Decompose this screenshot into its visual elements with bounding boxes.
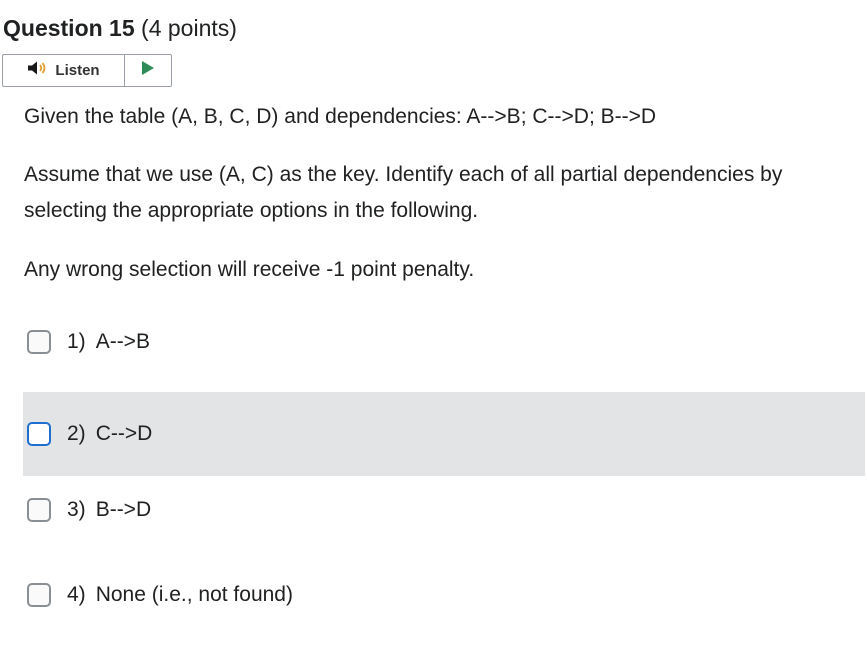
option-1-checkbox[interactable] (27, 330, 51, 354)
question-header: Question 15 (4 points) (3, 12, 237, 44)
play-button[interactable] (125, 55, 171, 86)
option-2-text: C-->D (95, 422, 153, 445)
answer-option-4[interactable]: 4) None (i.e., not found) (23, 553, 865, 637)
question-points: (4 points) (141, 15, 237, 41)
option-2-number: 2) (67, 422, 86, 445)
question-title: Question 15 (3, 15, 135, 41)
question-stem-dependencies: Given the table (A, B, C, D) and depende… (24, 105, 657, 128)
option-1-text: A-->B (95, 330, 150, 353)
speaker-icon (27, 60, 49, 81)
answer-option-3[interactable]: 3) B-->D (23, 468, 865, 552)
answer-option-1[interactable]: 1) A-->B (23, 300, 865, 384)
option-1-number: 1) (67, 330, 86, 353)
question-stem-instructions: Assume that we use (A, C) as the key. Id… (24, 163, 783, 222)
play-icon (141, 60, 155, 81)
option-4-number: 4) (67, 583, 86, 606)
question-stem-penalty: Any wrong selection will receive -1 poin… (24, 258, 475, 281)
listen-toolbar: Listen (2, 54, 172, 87)
listen-label: Listen (55, 62, 100, 79)
option-3-text: B-->D (95, 498, 152, 521)
option-2-checkbox[interactable] (27, 422, 51, 446)
option-3-checkbox[interactable] (27, 498, 51, 522)
option-3-number: 3) (67, 498, 86, 521)
answer-option-2[interactable]: 2) C-->D (23, 392, 865, 476)
listen-button[interactable]: Listen (3, 55, 125, 86)
option-4-text: None (i.e., not found) (95, 583, 293, 606)
question-page: Question 15 (4 points) Listen Given the … (0, 0, 867, 645)
option-4-checkbox[interactable] (27, 583, 51, 607)
